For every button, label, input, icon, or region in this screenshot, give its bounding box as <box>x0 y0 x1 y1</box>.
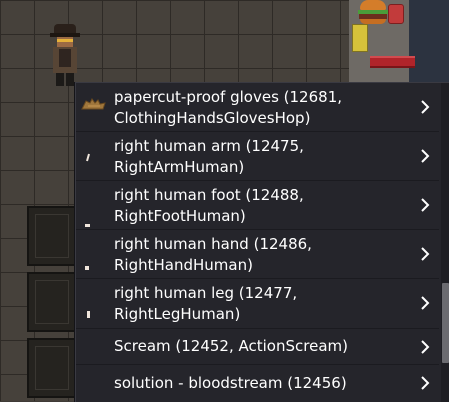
chevron-right-icon <box>419 98 431 116</box>
menu-item-papercut-proof-gloves[interactable]: papercut-proof gloves (12681, ClothingHa… <box>76 83 439 132</box>
chevron-right-icon <box>419 245 431 263</box>
player-character[interactable] <box>48 24 82 88</box>
burger-sprite[interactable] <box>356 0 390 24</box>
leg-icon <box>86 305 92 326</box>
menu-item-right-human-arm[interactable]: right human arm (12475, RightArmHuman) <box>76 132 439 181</box>
drink-cup-sprite[interactable] <box>352 24 368 52</box>
chevron-right-icon <box>419 374 431 392</box>
scrollbar-thumb[interactable] <box>442 283 449 363</box>
chevron-right-icon <box>419 147 431 165</box>
menu-item-scream[interactable]: Scream (12452, ActionScream) <box>76 329 439 365</box>
menu-scrollbar[interactable] <box>441 83 449 402</box>
gloves-icon <box>80 97 108 119</box>
chevron-right-icon <box>419 196 431 214</box>
menu-item-right-human-leg[interactable]: right human leg (12477, RightLegHuman) <box>76 279 439 329</box>
chevron-right-icon <box>419 338 431 356</box>
menu-item-right-human-hand[interactable]: right human hand (12486, RightHandHuman) <box>76 230 439 279</box>
dark-wall-segment <box>409 0 449 90</box>
menu-item-right-human-foot[interactable]: right human foot (12488, RightFootHuman) <box>76 181 439 230</box>
red-pipe <box>370 56 415 68</box>
chevron-right-icon <box>419 294 431 312</box>
soda-can-sprite[interactable] <box>388 4 404 24</box>
context-menu: papercut-proof gloves (12681, ClothingHa… <box>75 82 449 402</box>
floor-hatches <box>27 206 79 401</box>
arm-icon <box>84 149 92 170</box>
hand-icon <box>84 256 90 277</box>
menu-item-solution-bloodstream[interactable]: solution - bloodstream (12456) <box>76 365 439 402</box>
